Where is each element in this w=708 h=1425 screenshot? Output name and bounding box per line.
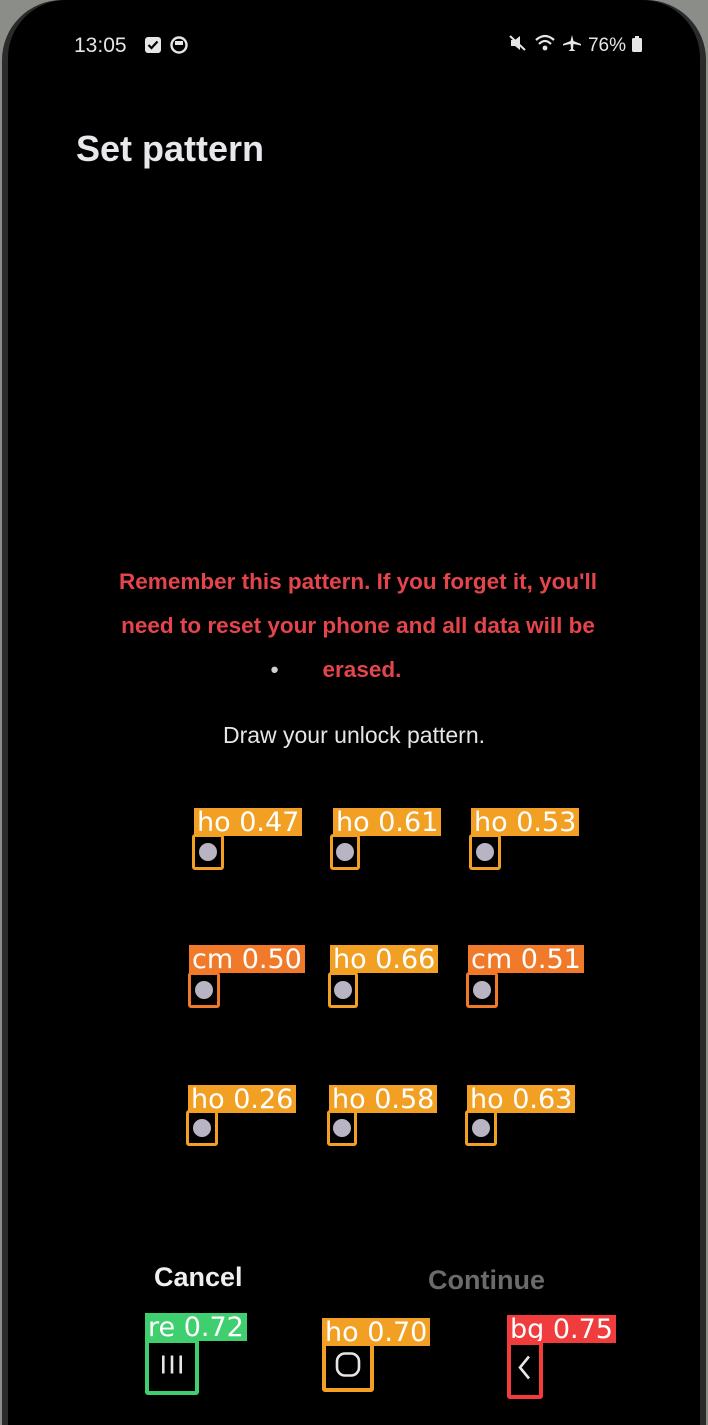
status-right: 76% <box>508 34 642 58</box>
screen: 13:05 76% Set pattern Remember this patt… <box>8 0 700 1425</box>
continue-button[interactable]: Continue <box>428 1265 545 1296</box>
battery-percent: 76% <box>587 35 626 56</box>
status-time: 13:05 <box>74 34 127 57</box>
pattern-dot-circle <box>473 981 491 999</box>
warning-line-3: • erased. <box>48 648 668 692</box>
recents-detection-label: re 0.72 <box>145 1313 247 1343</box>
status-bar: 13:05 76% <box>8 32 700 62</box>
pattern-dot-circle <box>336 843 354 861</box>
phone-frame: 13:05 76% Set pattern Remember this patt… <box>2 0 706 1425</box>
circle-face-icon <box>170 36 188 54</box>
mute-icon <box>508 34 528 58</box>
dot-detection-label: ho 0.53 <box>471 808 580 838</box>
pattern-dot-9[interactable] <box>465 1110 497 1146</box>
pattern-dot-circle <box>195 981 213 999</box>
pattern-dot-circle <box>334 981 352 999</box>
pattern-dot-circle <box>476 843 494 861</box>
cursor-dot: • <box>270 657 279 682</box>
pattern-dot-8[interactable] <box>327 1110 357 1146</box>
cancel-button[interactable]: Cancel <box>154 1262 243 1293</box>
pattern-dot-1[interactable] <box>192 834 224 870</box>
pattern-dot-3[interactable] <box>469 834 501 870</box>
pattern-dot-4[interactable] <box>188 972 220 1008</box>
home-button[interactable] <box>322 1342 374 1392</box>
dot-detection-label: ho 0.61 <box>333 808 442 838</box>
dot-detection-label: ho 0.26 <box>188 1085 297 1115</box>
pattern-dot-7[interactable] <box>186 1110 218 1146</box>
check-square-icon <box>144 36 162 54</box>
wifi-icon <box>534 34 556 58</box>
dot-detection-label: ho 0.63 <box>467 1085 576 1115</box>
page-title: Set pattern <box>76 128 265 169</box>
instruction-text: Draw your unlock pattern. <box>222 722 486 748</box>
warning-line-3-text: erased. <box>322 657 402 682</box>
pattern-dot-circle <box>333 1119 351 1137</box>
dot-detection-label: ho 0.47 <box>194 808 303 838</box>
warning-text: Remember this pattern. If you forget it,… <box>48 560 668 692</box>
warning-line-1: Remember this pattern. If you forget it,… <box>119 569 597 594</box>
pattern-dot-circle <box>199 843 217 861</box>
pattern-dot-2[interactable] <box>330 834 360 870</box>
pattern-dot-5[interactable] <box>328 972 358 1008</box>
airplane-icon <box>562 34 582 58</box>
back-icon <box>517 1354 533 1387</box>
pattern-dot-6[interactable] <box>466 972 498 1008</box>
warning-line-2: need to reset your phone and all data wi… <box>121 613 595 638</box>
back-button[interactable] <box>507 1341 543 1399</box>
dot-detection-label: cm 0.50 <box>189 945 305 975</box>
dot-detection-label: ho 0.66 <box>330 945 439 975</box>
recents-icon <box>159 1354 185 1381</box>
battery-icon <box>632 34 642 58</box>
dot-detection-label: ho 0.58 <box>329 1085 438 1115</box>
pattern-dot-circle <box>193 1119 211 1137</box>
home-icon <box>334 1351 362 1384</box>
back-detection-label: bg 0.75 <box>507 1315 616 1345</box>
pattern-dot-circle <box>472 1119 490 1137</box>
recents-button[interactable] <box>145 1339 199 1395</box>
dot-detection-label: cm 0.51 <box>468 945 584 975</box>
